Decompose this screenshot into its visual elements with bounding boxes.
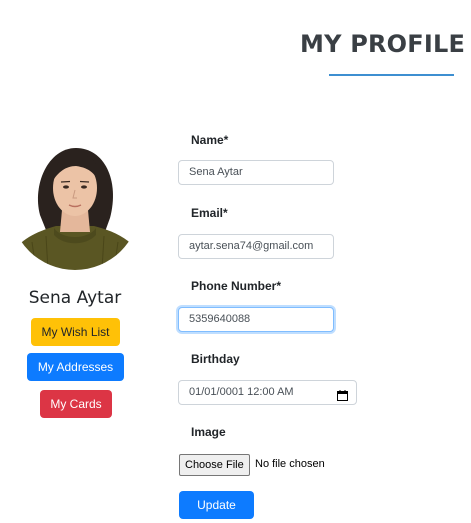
email-field[interactable]: aytar.sena74@gmail.com	[178, 234, 334, 259]
calendar-icon[interactable]	[337, 387, 348, 401]
birthday-value: 01/01/0001 12:00 AM	[189, 386, 294, 398]
birthday-field[interactable]: 01/01/0001 12:00 AM	[178, 380, 357, 405]
birthday-label: Birthday	[191, 352, 240, 366]
choose-file-button[interactable]: Choose File	[179, 454, 250, 476]
cards-button[interactable]: My Cards	[40, 390, 112, 418]
addresses-button[interactable]: My Addresses	[27, 353, 124, 381]
phone-field[interactable]: 5359640088	[178, 307, 334, 332]
file-status-text: No file chosen	[255, 458, 325, 470]
page-title: MY PROFILE	[300, 30, 466, 58]
name-field[interactable]: Sena Aytar	[178, 160, 334, 185]
title-underline	[329, 74, 454, 76]
profile-name: Sena Aytar	[28, 288, 122, 308]
email-label: Email*	[191, 206, 228, 220]
wish-list-button[interactable]: My Wish List	[31, 318, 120, 346]
avatar	[10, 140, 140, 270]
phone-label: Phone Number*	[191, 279, 282, 293]
name-label: Name*	[191, 133, 229, 147]
image-label: Image	[191, 425, 226, 439]
avatar-photo	[10, 140, 140, 270]
update-button[interactable]: Update	[179, 491, 254, 519]
